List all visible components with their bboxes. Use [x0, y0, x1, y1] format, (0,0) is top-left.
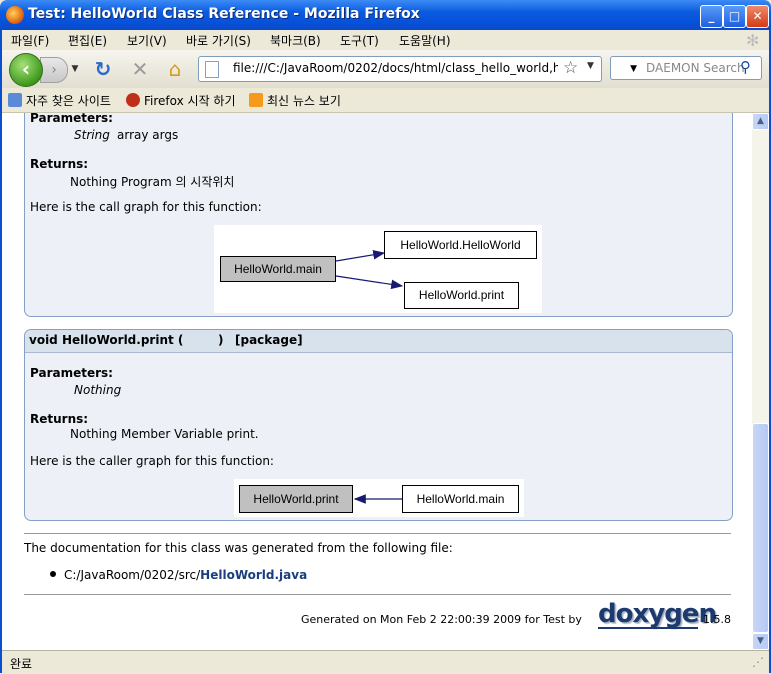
bookmark-star-icon[interactable]: ☆ [563, 58, 578, 78]
firefox-icon [6, 6, 24, 24]
param-desc: Nothing [74, 383, 122, 397]
menu-bookmarks[interactable]: 북마크(B) [270, 32, 321, 49]
file-entry: C:/JavaRoom/0202/src/HelloWorld.java [64, 568, 307, 582]
generated-text: Generated on Mon Feb 2 22:00:39 2009 for… [301, 613, 582, 626]
menu-tools[interactable]: 도구(T) [340, 32, 379, 49]
returns-label: Returns: [30, 412, 89, 426]
graph-node-print[interactable]: HelloWorld.print [404, 282, 519, 309]
doxygen-logo[interactable]: doxygen [598, 599, 717, 633]
resize-grip-icon[interactable]: ⋰ [752, 655, 764, 669]
graph-caption: Here is the call graph for this function… [30, 200, 262, 214]
search-icon[interactable]: ⚲ [740, 58, 751, 76]
param-type: String [74, 128, 110, 142]
back-button[interactable]: ‹ [9, 53, 43, 87]
params-label: Parameters: [30, 113, 113, 125]
status-bar: 완료 ⋰ [0, 650, 771, 674]
page-content: Parameters: String array args Returns: N… [0, 113, 752, 650]
bookmark-most-visited[interactable]: 자주 찾은 사이트 [8, 92, 111, 109]
menu-edit[interactable]: 편집(E) [68, 32, 107, 49]
menu-help[interactable]: 도움말(H) [399, 32, 451, 49]
edge-main-print [335, 275, 404, 290]
page-icon [205, 61, 219, 78]
bookmark-label: 최신 뉴스 보기 [267, 94, 341, 108]
url-dropdown-icon[interactable]: ▼ [587, 61, 594, 71]
url-text[interactable]: file:///C:/JavaRoom/0202/docs/html/class… [233, 61, 558, 75]
returns-desc: Nothing Member Variable print. [70, 427, 259, 441]
address-bar[interactable]: file:///C:/JavaRoom/0202/docs/html/class… [198, 56, 602, 82]
home-icon[interactable]: ⌂ [164, 58, 186, 80]
window-border-left [0, 30, 2, 673]
graph-caption: Here is the caller graph for this functi… [30, 454, 274, 468]
scroll-up-button[interactable]: ▲ [752, 113, 769, 130]
param-desc: array args [117, 128, 179, 142]
menu-file[interactable]: 파일(F) [11, 32, 49, 49]
proto-name: void HelloWorld.print ( [29, 333, 184, 347]
graph-node-main[interactable]: HelloWorld.main [402, 485, 519, 513]
bookmark-latest-news[interactable]: 최신 뉴스 보기 [249, 92, 341, 109]
history-dropdown-icon[interactable]: ▼ [69, 60, 81, 78]
params-label: Parameters: [30, 366, 113, 380]
divider [24, 594, 731, 595]
maximize-button[interactable]: □ [723, 5, 746, 28]
vertical-scrollbar[interactable]: ▲ ▼ [752, 113, 769, 650]
bookmark-label: 자주 찾은 사이트 [26, 94, 111, 108]
logo-underline [598, 627, 698, 629]
search-input[interactable]: DAEMON Search [646, 61, 745, 75]
scroll-thumb[interactable] [752, 423, 769, 633]
bookmarks-toolbar [0, 88, 771, 113]
minimize-button[interactable]: _ [700, 5, 723, 28]
stop-icon[interactable]: ✕ [129, 58, 151, 80]
divider [24, 533, 731, 534]
reload-icon[interactable]: ↻ [92, 58, 114, 80]
file-link[interactable]: HelloWorld.java [200, 568, 307, 582]
graph-node-helloworld[interactable]: HelloWorld.HelloWorld [384, 231, 537, 259]
menu-go[interactable]: 바로 가기(S) [186, 32, 251, 49]
bookmark-label: Firefox 시작 하기 [144, 94, 236, 108]
member-prototype: void HelloWorld.print ( ) [package] [25, 330, 732, 353]
proto-tag: [package] [235, 333, 303, 347]
rss-icon [249, 93, 263, 107]
search-engine-dropdown[interactable]: ▼ [610, 56, 640, 80]
graph-node-main[interactable]: HelloWorld.main [220, 256, 336, 282]
bullet [50, 571, 56, 577]
firefox-bookmark-icon [126, 93, 140, 107]
throbber-icon: ✻ [746, 31, 760, 50]
file-path: C:/JavaRoom/0202/src/ [64, 568, 201, 582]
close-button[interactable]: ✕ [746, 5, 769, 28]
title-bar: Test: HelloWorld Class Reference - Mozil… [0, 0, 771, 30]
menu-bar [0, 30, 771, 50]
bookmark-getting-started[interactable]: Firefox 시작 하기 [126, 92, 236, 109]
edge-main-ctor [335, 250, 386, 262]
proto-close: ) [218, 333, 224, 347]
doxygen-wordmark: doxygen [598, 599, 717, 629]
search-box[interactable]: DAEMON Search ⚲ [640, 56, 762, 80]
returns-label: Returns: [30, 157, 89, 171]
footer-intro: The documentation for this class was gen… [24, 541, 453, 555]
folder-icon [8, 93, 22, 107]
status-text: 완료 [10, 657, 33, 671]
forward-button[interactable]: › [40, 57, 68, 83]
menu-view[interactable]: 보기(V) [127, 32, 167, 49]
returns-desc: Nothing Program 의 시작위치 [70, 175, 235, 189]
scroll-down-button[interactable]: ▼ [752, 633, 769, 650]
graph-node-print[interactable]: HelloWorld.print [239, 485, 353, 513]
window-title: Test: HelloWorld Class Reference - Mozil… [28, 6, 420, 22]
doxygen-version: 1.5.8 [703, 613, 731, 626]
